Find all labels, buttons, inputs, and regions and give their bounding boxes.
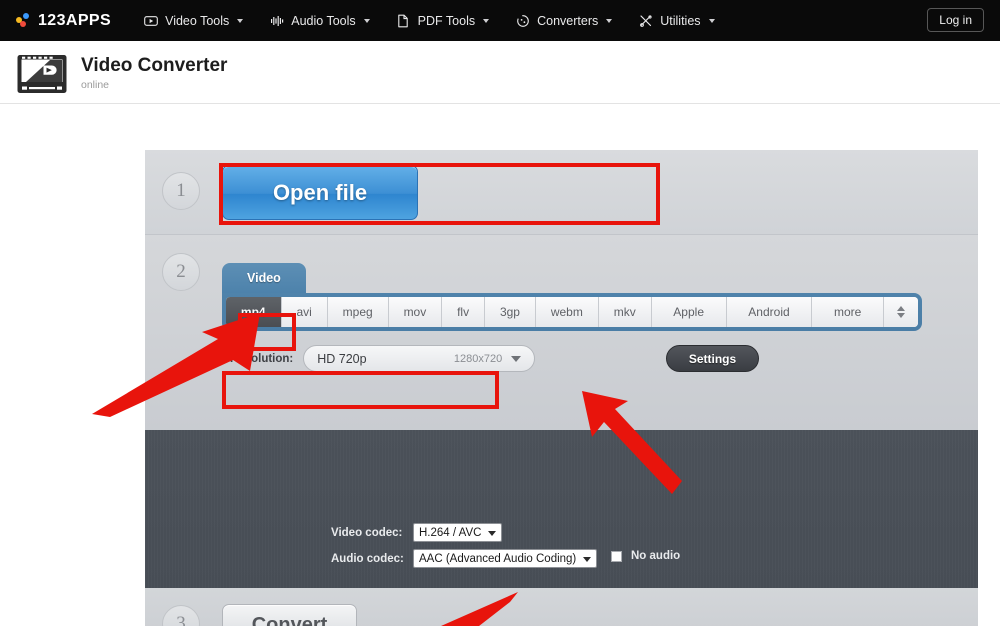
- open-file-button[interactable]: Open file: [222, 165, 418, 220]
- up-down-spinner-icon[interactable]: [883, 297, 918, 327]
- nav-label: Audio Tools: [291, 13, 356, 28]
- brand-dots-icon: [16, 13, 31, 28]
- format-apple[interactable]: Apple: [651, 297, 727, 327]
- format-flv[interactable]: flv: [442, 297, 486, 327]
- chevron-down-icon: [708, 18, 715, 23]
- format-mp4[interactable]: mp4: [226, 297, 282, 327]
- converters-refresh-icon: [515, 13, 530, 28]
- page-header: Video Converter online: [0, 41, 1000, 104]
- resolution-label: Resolution:: [230, 352, 294, 365]
- nav-label: PDF Tools: [417, 13, 476, 28]
- chevron-down-icon: [511, 355, 522, 362]
- step-1-number: 1: [162, 172, 200, 210]
- format-more[interactable]: more: [812, 297, 884, 327]
- nav-item-utilities[interactable]: Utilities: [638, 13, 715, 28]
- chevron-down-icon: [237, 18, 244, 23]
- step-2-section: 2 Video Audio mp4 avi mpeg mov flv 3gp w…: [145, 235, 978, 430]
- tab-video[interactable]: Video: [222, 263, 306, 293]
- step-3-number: 3: [162, 605, 200, 626]
- nav-label: Converters: [537, 13, 599, 28]
- audio-codec-row: Audio codec: AAC (Advanced Audio Coding): [331, 549, 598, 568]
- no-audio-label: No audio: [631, 550, 681, 562]
- utilities-tools-icon: [638, 13, 653, 28]
- chevron-down-icon: [483, 18, 490, 23]
- media-type-tabs: Video Audio: [222, 263, 382, 293]
- step-1-section: 1 Open file: [145, 150, 978, 235]
- video-codec-label: Video codec:: [331, 526, 403, 539]
- format-mpeg[interactable]: mpeg: [327, 297, 389, 327]
- step-3-section: 3 Convert: [145, 588, 978, 626]
- chevron-down-icon: [583, 556, 592, 562]
- video-play-icon: [143, 13, 158, 28]
- chevron-down-icon: [488, 530, 497, 536]
- top-navigation-bar: 123APPS Video Tools Audio Tools PDF Tool…: [0, 0, 1000, 41]
- nav-label: Video Tools: [165, 13, 230, 28]
- brand-name: 123APPS: [38, 11, 112, 29]
- pdf-document-icon: [396, 13, 411, 28]
- brand-logo-123apps[interactable]: 123APPS: [16, 12, 111, 30]
- nav-item-pdf-tools[interactable]: PDF Tools: [396, 13, 490, 28]
- video-codec-value: H.264 / AVC: [419, 526, 482, 539]
- format-mkv[interactable]: mkv: [598, 297, 652, 327]
- audio-codec-value: AAC (Advanced Audio Coding): [419, 552, 577, 565]
- page-title: Video Converter: [81, 55, 228, 77]
- converter-panel: 1 Open file or Google Drive Dropbox URL …: [145, 150, 978, 626]
- film-strip-play-icon: [16, 52, 68, 96]
- convert-button[interactable]: Convert: [222, 604, 357, 626]
- nav-item-converters[interactable]: Converters: [515, 13, 613, 28]
- no-audio-row: No audio: [611, 550, 680, 562]
- login-button[interactable]: Log in: [927, 8, 984, 32]
- resolution-row: Resolution: HD 720p 1280x720: [230, 345, 536, 372]
- audio-codec-select[interactable]: AAC (Advanced Audio Coding): [413, 549, 598, 568]
- resolution-value: HD 720p: [317, 351, 367, 366]
- main-stage: 1 Open file or Google Drive Dropbox URL …: [0, 104, 1000, 626]
- resolution-select[interactable]: HD 720p 1280x720: [303, 345, 536, 372]
- video-codec-row: Video codec: H.264 / AVC: [331, 523, 503, 542]
- format-selector-bar: mp4 avi mpeg mov flv 3gp webm mkv Apple …: [222, 293, 922, 331]
- audio-codec-label: Audio codec:: [331, 552, 404, 565]
- video-codec-select[interactable]: H.264 / AVC: [413, 523, 503, 542]
- page-subtitle: online: [81, 78, 110, 91]
- audio-wave-icon: [269, 13, 284, 28]
- format-webm[interactable]: webm: [535, 297, 599, 327]
- format-list: mp4 avi mpeg mov flv 3gp webm mkv Apple …: [226, 297, 918, 327]
- tab-audio[interactable]: Audio: [297, 263, 382, 293]
- chevron-down-icon: [606, 18, 613, 23]
- chevron-down-icon: [363, 18, 370, 23]
- nav-item-audio-tools[interactable]: Audio Tools: [269, 13, 370, 28]
- format-3gp[interactable]: 3gp: [485, 297, 536, 327]
- format-avi[interactable]: avi: [281, 297, 328, 327]
- format-android[interactable]: Android: [726, 297, 813, 327]
- no-audio-checkbox[interactable]: [611, 550, 622, 562]
- resolution-dimensions: 1280x720: [453, 352, 503, 365]
- step-2-number: 2: [162, 253, 200, 291]
- format-mov[interactable]: mov: [388, 297, 443, 327]
- settings-button[interactable]: Settings: [666, 345, 759, 372]
- nav-item-video-tools[interactable]: Video Tools: [143, 13, 244, 28]
- nav-label: Utilities: [660, 13, 701, 28]
